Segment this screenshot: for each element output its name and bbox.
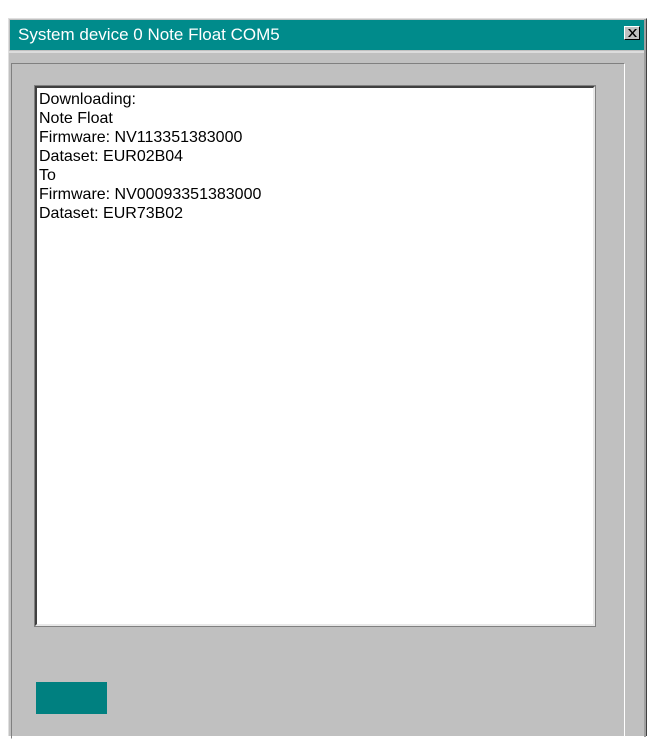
download-dialog: System device 0 Note Float COM5 Download… — [8, 18, 647, 739]
close-button[interactable] — [624, 26, 640, 40]
title-bar[interactable]: System device 0 Note Float COM5 — [10, 20, 645, 50]
log-lines: Downloading: Note Float Firmware: NV1133… — [39, 90, 261, 223]
log-line: Dataset: EUR73B02 — [39, 205, 184, 222]
action-button[interactable] — [36, 682, 107, 714]
log-line: Note Float — [39, 110, 113, 127]
log-line: To — [39, 167, 56, 184]
download-log[interactable]: Downloading: Note Float Firmware: NV1133… — [34, 85, 596, 627]
window-title: System device 0 Note Float COM5 — [18, 25, 280, 44]
title-divider — [9, 51, 646, 53]
log-line: Firmware: NV113351383000 — [39, 129, 243, 146]
window-edge — [644, 19, 646, 737]
log-line: Downloading: — [39, 91, 136, 108]
log-line: Firmware: NV00093351383000 — [39, 186, 262, 203]
log-line: Dataset: EUR02B04 — [39, 148, 184, 165]
